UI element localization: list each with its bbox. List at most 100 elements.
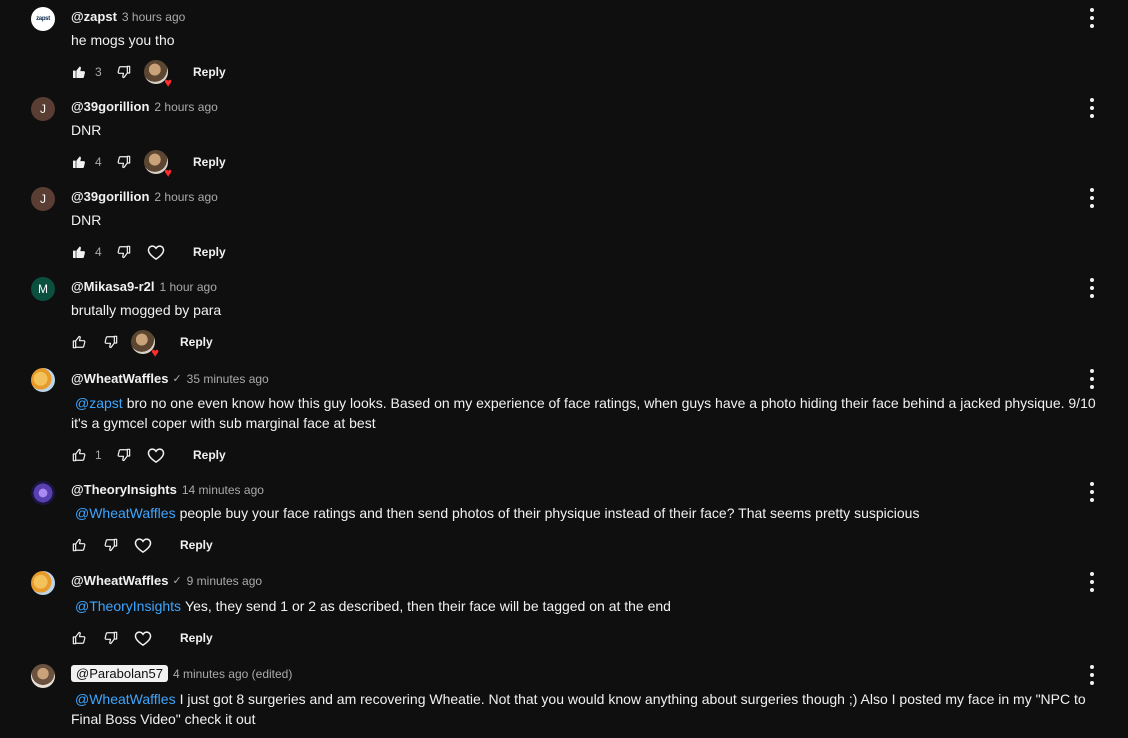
comment-text: @TheoryInsights Yes, they send 1 or 2 as … [75,598,671,614]
thumbs-down-icon[interactable] [116,154,132,170]
author-name[interactable]: @39gorillion [71,99,149,114]
author-name[interactable]: @WheatWaffles [71,371,168,386]
creator-heart: ♥ [130,329,159,359]
more-vert-icon[interactable] [1084,481,1100,503]
mention-link[interactable]: @WheatWaffles [75,691,176,707]
creator-heart: ♥ [143,59,172,89]
thumbs-down-icon[interactable] [103,334,119,350]
thumbs-up-icon[interactable] [71,537,87,553]
creator-heart: ♥ [143,149,172,179]
more-vert-icon[interactable] [1084,187,1100,209]
reply-button[interactable]: Reply [180,335,213,349]
thumbs-down-icon[interactable] [103,630,119,646]
heart-icon: ♥ [151,345,159,360]
timestamp[interactable]: 4 minutes ago (edited) [173,667,292,681]
more-vert-icon[interactable] [1084,7,1100,29]
avatar[interactable] [31,481,55,505]
comment-header: @zapst 3 hours ago [71,9,185,24]
comment-text: brutally mogged by para [71,302,222,318]
author-name[interactable]: @Mikasa9-r2l [71,279,155,294]
thumbs-down-icon[interactable] [116,64,132,80]
more-vert-icon[interactable] [1084,368,1100,390]
author-name[interactable]: @zapst [71,9,117,24]
comment-header: @TheoryInsights 14 minutes ago [71,482,264,497]
more-vert-icon[interactable] [1084,277,1100,299]
heart-icon [133,535,153,555]
timestamp[interactable]: 2 hours ago [154,100,217,114]
more-vert-icon[interactable] [1084,571,1100,593]
like-count: 4 [95,245,102,259]
comment-header: @Parabolan57 4 minutes ago (edited) [71,665,292,682]
author-name[interactable]: @WheatWaffles [71,573,168,588]
heart-icon: ♥ [164,165,172,180]
comment-text: @zapst bro no one even know how this guy … [71,395,1096,431]
thumbs-up-icon[interactable] [71,334,87,350]
thumbs-up-icon[interactable] [71,64,87,80]
comment-header: @39gorillion 2 hours ago [71,99,218,114]
comment-text: DNR [71,212,102,228]
comment-text: he mogs you tho [71,32,175,48]
verified-check-icon: ✓ [172,373,182,385]
thumbs-down-icon[interactable] [116,447,132,463]
comment-actions: 4 Reply [71,240,226,264]
timestamp[interactable]: 3 hours ago [122,10,185,24]
heart-button[interactable] [130,625,156,651]
comment-actions: Reply [71,626,213,650]
comment-actions: 4 ♥ Reply [71,149,226,179]
like-count: 4 [95,155,102,169]
heart-button[interactable] [143,442,169,468]
avatar[interactable] [31,664,55,688]
like-count: 3 [95,65,102,79]
thumbs-up-icon[interactable] [71,154,87,170]
avatar[interactable]: J [31,187,55,211]
mention-link[interactable]: @WheatWaffles [75,505,176,521]
thumbs-up-icon[interactable] [71,244,87,260]
avatar[interactable]: J [31,97,55,121]
like-count: 1 [95,448,102,462]
heart-icon: ♥ [164,75,172,90]
timestamp[interactable]: 2 hours ago [154,190,217,204]
heart-button[interactable] [130,532,156,558]
author-name[interactable]: @Parabolan57 [71,665,168,682]
timestamp[interactable]: 35 minutes ago [187,372,269,386]
timestamp[interactable]: 14 minutes ago [182,483,264,497]
timestamp[interactable]: 1 hour ago [160,280,217,294]
comment-text: @WheatWaffles I just got 8 surgeries and … [71,691,1086,727]
heart-icon [133,628,153,648]
reply-button[interactable]: Reply [180,538,213,552]
avatar[interactable]: M [31,277,55,301]
reply-button[interactable]: Reply [193,65,226,79]
reply-button[interactable]: Reply [193,448,226,462]
mention-link[interactable]: @zapst [75,395,123,411]
heart-icon [146,445,166,465]
comment-text: @WheatWaffles people buy your face rating… [75,505,920,521]
avatar[interactable]: zapst [31,7,55,31]
thumbs-down-icon[interactable] [103,537,119,553]
reply-button[interactable]: Reply [193,245,226,259]
thumbs-down-icon[interactable] [116,244,132,260]
mention-link[interactable]: @TheoryInsights [75,598,181,614]
comment-header: @WheatWaffles ✓ 9 minutes ago [71,573,262,588]
comment-actions: 1 Reply [71,443,226,467]
author-name[interactable]: @TheoryInsights [71,482,177,497]
thumbs-up-icon[interactable] [71,447,87,463]
comment-header: @39gorillion 2 hours ago [71,189,218,204]
heart-button[interactable] [143,239,169,265]
comment-actions: 3 ♥ Reply [71,59,226,89]
verified-check-icon: ✓ [172,575,182,587]
heart-icon [146,242,166,262]
reply-button[interactable]: Reply [180,631,213,645]
author-name[interactable]: @39gorillion [71,189,149,204]
avatar[interactable] [31,368,55,392]
more-vert-icon[interactable] [1084,664,1100,686]
comment-header: @Mikasa9-r2l 1 hour ago [71,279,217,294]
comment-header: @WheatWaffles ✓ 35 minutes ago [71,371,269,386]
more-vert-icon[interactable] [1084,97,1100,119]
comment-actions: ♥ Reply [71,329,213,359]
avatar[interactable] [31,571,55,595]
thumbs-up-icon[interactable] [71,630,87,646]
comment-text: DNR [71,122,102,138]
reply-button[interactable]: Reply [193,155,226,169]
comment-actions: Reply [71,533,213,557]
timestamp[interactable]: 9 minutes ago [187,574,262,588]
